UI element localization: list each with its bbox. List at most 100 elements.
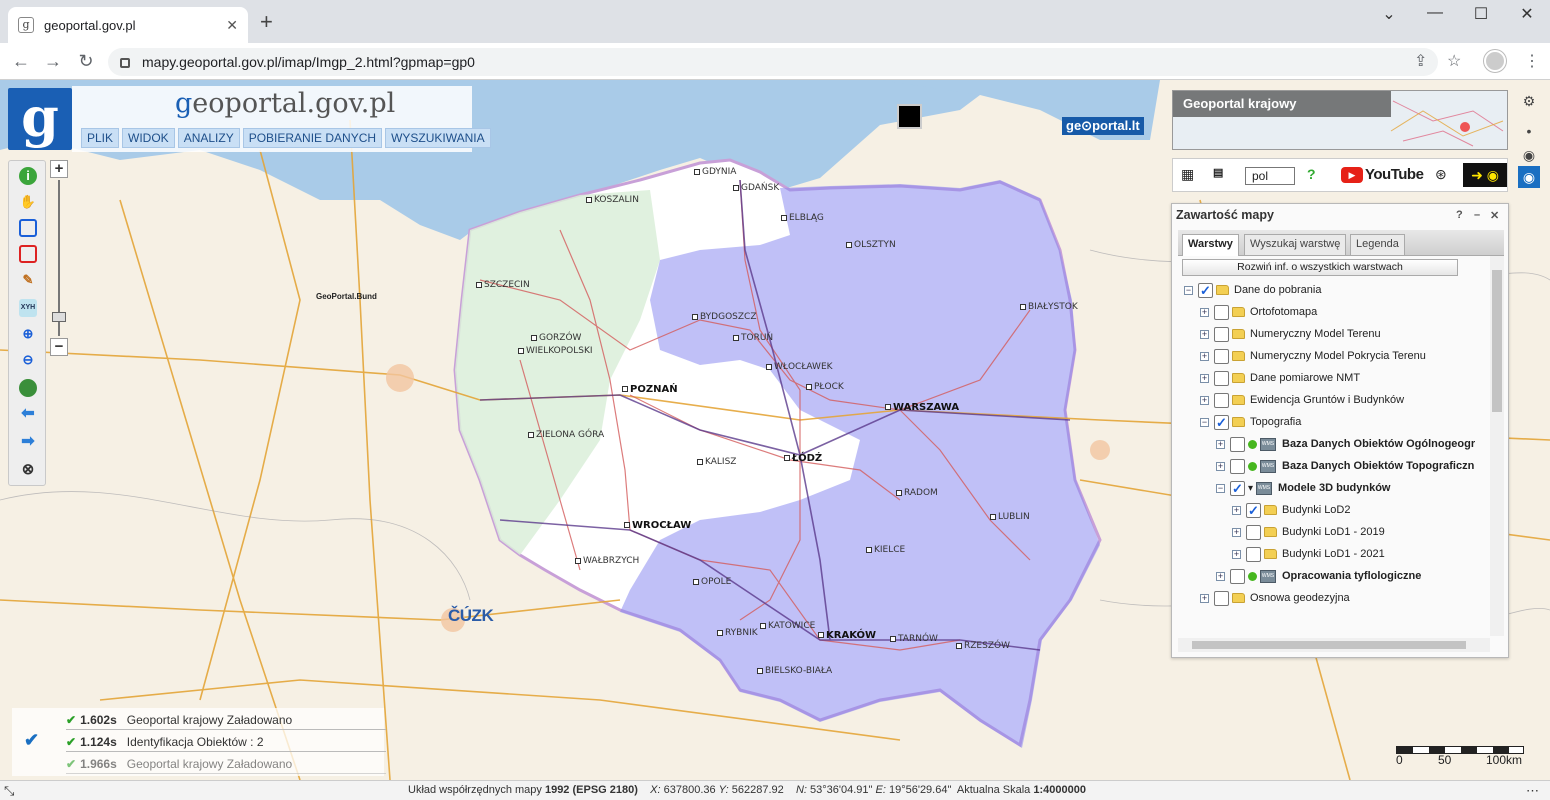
eye-active-icon[interactable]: ◉ [1518,166,1540,188]
panel-minimize-icon[interactable]: – [1474,209,1480,221]
select-box-icon[interactable] [19,245,37,263]
geoportal-lt-logo[interactable]: ge⊙portal.lt [1062,117,1144,135]
dropdown-arrow-icon[interactable]: ▾ [1248,483,1253,494]
expand-all-button[interactable]: Rozwiń inf. o wszystkich warstwach [1182,259,1458,276]
expand-icon[interactable]: + [1200,307,1209,317]
layer-checkbox[interactable] [1214,370,1229,386]
scrollbar-thumb[interactable] [1492,270,1502,412]
zoom-slider[interactable]: + − [50,160,68,358]
layer-row[interactable]: + WMS Baza Danych Obiektów Topograficzn [1216,455,1474,477]
zoom-in-icon[interactable]: ⊕ [19,325,37,343]
collapse-icon[interactable]: − [1200,417,1209,427]
high-contrast-eye-icon[interactable]: ➜ ◉ [1463,163,1507,187]
overview-map[interactable]: Geoportal krajowy [1172,90,1508,150]
expand-icon[interactable]: + [1200,593,1209,603]
cuzk-logo[interactable]: ČÚZK [448,606,494,626]
minimize-icon[interactable]: — [1420,4,1450,22]
expand-icon[interactable]: + [1200,351,1209,361]
layer-row[interactable]: − ✓ ▾ WMS Modele 3D budynków [1216,477,1391,499]
grid-icon[interactable]: ▦ [1181,166,1194,183]
layer-checkbox[interactable]: ✓ [1230,480,1245,496]
menu-pobieranie-danych[interactable]: POBIERANIE DANYCH [242,128,383,148]
menu-wyszukiwania[interactable]: WYSZUKIWANIA [385,128,491,148]
zoom-out-icon[interactable]: ⊖ [19,351,37,369]
layer-checkbox[interactable] [1230,568,1245,584]
back-icon[interactable]: ← [10,51,32,72]
layer-row[interactable]: − ✓ Dane do pobrania [1184,279,1321,301]
layer-checkbox[interactable] [1214,326,1229,342]
layer-tree-scrollbar[interactable] [1490,256,1504,636]
panel-help-icon[interactable]: ? [1456,209,1463,221]
layer-row[interactable]: + Numeryczny Model Pokrycia Terenu [1200,345,1426,367]
globe-icon[interactable] [19,379,37,397]
layer-checkbox[interactable] [1246,524,1261,540]
layer-row[interactable]: + Budynki LoD1 - 2019 [1232,521,1385,543]
close-tab-icon[interactable]: ✕ [226,17,238,34]
zoom-handle[interactable] [52,312,66,322]
layer-checkbox[interactable]: ✓ [1214,414,1229,430]
collapse-icon[interactable]: − [1184,285,1193,295]
layer-checkbox[interactable] [1214,348,1229,364]
tab-warstwy[interactable]: Warstwy [1182,234,1239,256]
bookmark-star-icon[interactable]: ☆ [1447,51,1461,71]
overlay-black-icon[interactable] [897,104,922,129]
zoom-box-icon[interactable] [19,219,37,237]
geoportal-bund-logo[interactable]: GeoPortal.Bund [316,292,377,301]
expand-icon[interactable]: + [1200,395,1209,405]
info-icon[interactable]: i [19,167,37,185]
expand-icon[interactable]: + [1200,329,1209,339]
expand-icon[interactable]: + [1216,439,1225,449]
menu-analizy[interactable]: ANALIZY [177,128,240,148]
layer-row[interactable]: + ✓ Budynki LoD2 [1232,499,1351,521]
settings-gear-icon[interactable]: ⚙ [1518,90,1540,112]
dot-icon[interactable]: • [1518,120,1540,142]
browser-tab[interactable]: g geoportal.gov.pl ✕ [8,7,248,43]
close-window-icon[interactable]: ✕ [1512,4,1542,24]
help-icon[interactable]: ? [1307,166,1316,182]
share-icon[interactable]: ⇪ [1414,51,1427,71]
browser-menu-icon[interactable]: ⋮ [1524,51,1540,71]
url-input[interactable]: mapy.geoportal.gov.pl/imap/Imgp_2.html?g… [108,48,1438,76]
expand-icon[interactable]: + [1232,549,1241,559]
geoportal-logo[interactable]: g [8,88,72,150]
checkmark-icon[interactable]: ✔ [24,730,39,751]
layer-row[interactable]: + Numeryczny Model Terenu [1200,323,1381,345]
next-view-icon[interactable]: ➡ [19,433,37,451]
layer-row[interactable]: + Budynki LoD1 - 2021 [1232,543,1385,565]
expand-icon[interactable]: + [1232,505,1241,515]
panel-close-icon[interactable]: ✕ [1490,209,1499,222]
menu-widok[interactable]: WIDOK [122,128,175,148]
collapse-icon[interactable]: − [1216,483,1225,493]
layer-checkbox[interactable] [1230,436,1245,452]
hscrollbar-thumb[interactable] [1192,641,1466,649]
layer-row[interactable]: + Ortofotomapa [1200,301,1317,323]
layer-checkbox[interactable] [1214,304,1229,320]
layer-checkbox[interactable]: ✓ [1198,282,1213,298]
layer-checkbox[interactable] [1214,392,1229,408]
new-tab-icon[interactable]: + [260,11,273,33]
zoom-plus-icon[interactable]: + [50,160,68,178]
expand-icon[interactable]: + [1232,527,1241,537]
eye-icon[interactable]: ◉ [1518,144,1540,166]
menu-plik[interactable]: PLIK [81,128,120,148]
tab-wyszukaj-warstwe[interactable]: Wyszukaj warstwę [1244,234,1347,255]
minimize-window-icon[interactable]: ⌄ [1374,4,1404,24]
resize-icon[interactable]: ⤡ [4,781,14,800]
layer-row[interactable]: + Dane pomiarowe NMT [1200,367,1360,389]
xyh-icon[interactable]: XYH [19,299,37,317]
previous-view-icon[interactable]: ⬅ [19,405,37,423]
pan-hand-icon[interactable]: ✋ [19,193,37,211]
accessibility-icon[interactable]: ⊛ [1435,166,1447,183]
layer-checkbox[interactable] [1214,590,1229,606]
forward-icon[interactable]: → [42,51,64,72]
layer-row[interactable]: + WMS Baza Danych Obiektów Ogólnogeogr [1216,433,1475,455]
zoom-minus-icon[interactable]: − [50,338,68,356]
expand-icon[interactable]: + [1200,373,1209,383]
layer-checkbox[interactable] [1230,458,1245,474]
layer-checkbox[interactable]: ✓ [1246,502,1261,518]
expand-icon[interactable]: + [1216,571,1225,581]
layer-row[interactable]: + WMS Opracowania tyflologiczne [1216,565,1421,587]
profile-avatar[interactable] [1484,50,1506,72]
map-menu-icon[interactable]: ⋯ [1526,781,1539,800]
wms-icon[interactable]: ▤ [1213,166,1223,179]
